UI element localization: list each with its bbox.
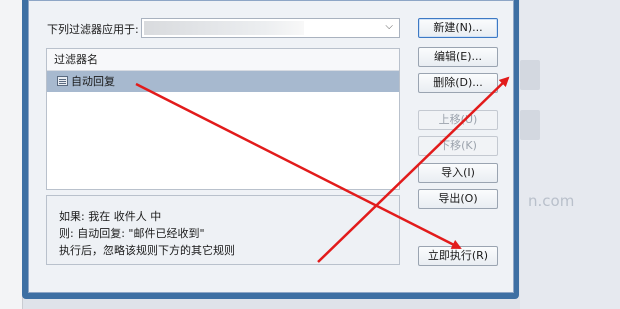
- arrow-to-export: [317, 76, 510, 263]
- arrow-to-run-now: [135, 82, 462, 250]
- annotation-arrows: [135, 76, 510, 263]
